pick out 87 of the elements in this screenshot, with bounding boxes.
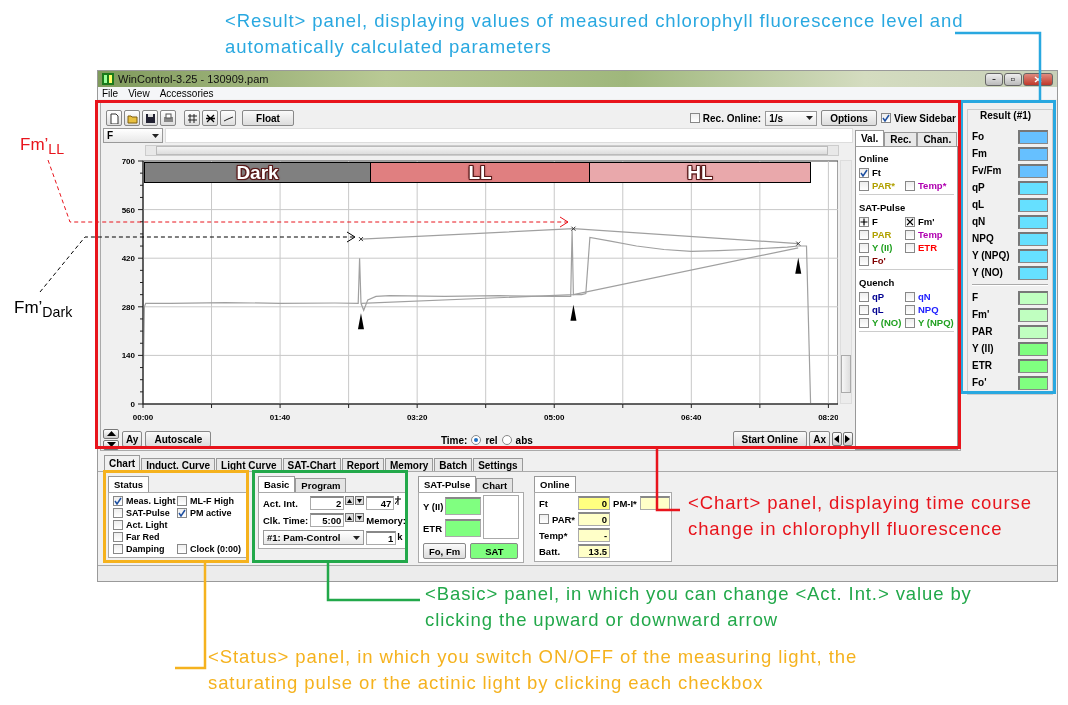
checkbox-label: qN: [918, 291, 931, 303]
checkbox-label: Temp*: [918, 180, 947, 192]
axis-label: 03:20: [406, 413, 428, 423]
result-label: Y (NO): [972, 267, 1003, 279]
axis-label: 700: [121, 157, 135, 167]
checkbox-label: Act. Light: [126, 520, 168, 531]
result-label: F: [972, 292, 979, 304]
checkbox-label: Damping: [126, 544, 165, 555]
result-label: Y (NPQ): [972, 250, 1010, 262]
checkbox-label: qP: [872, 291, 885, 303]
checkbox-label: ML-F High: [190, 496, 234, 507]
result-label: Fm: [972, 148, 987, 160]
field-label: PAR*: [552, 513, 576, 525]
result-label: Y (II): [972, 343, 994, 355]
group-title: Quench: [859, 277, 896, 289]
result-label: Fo': [972, 377, 987, 389]
checkbox-label: Y (NPQ): [918, 317, 954, 329]
result-label: NPQ: [972, 233, 994, 245]
axis-label: 280: [121, 303, 135, 313]
field-label: Y (II): [423, 500, 444, 512]
axis-label: 420: [121, 254, 135, 264]
checkbox-label: Meas. Light: [126, 496, 176, 507]
axis-label: 140: [121, 351, 135, 361]
value-field: 0: [578, 496, 611, 511]
radio-label: abs: [515, 434, 533, 446]
callout-label: Fm’$_{LL}$: [20, 135, 65, 158]
checkbox-label: Fo': [872, 255, 886, 267]
axis-label: 01:40: [269, 413, 291, 423]
phase-band: Dark: [144, 162, 371, 184]
field-label: Act. Int.: [263, 497, 299, 509]
field-label: Temp*: [539, 529, 568, 541]
result-label: PAR: [972, 326, 993, 338]
field-label: Batt.: [539, 545, 561, 557]
checkbox-label: Temp: [918, 229, 943, 241]
result-label: qL: [972, 199, 985, 211]
value-field: 0: [578, 512, 611, 527]
field-label: Clk. Time:: [263, 514, 309, 526]
callout-label: Fm’$_{Dark}$: [14, 298, 73, 321]
field-label: ETR: [423, 522, 443, 534]
axis-label: 0: [130, 400, 135, 410]
axis-label: 560: [121, 205, 135, 215]
callout-text: <Result> panel, displaying values of measured chlorophyll fluorescence level and automatically calculated parameters: [225, 9, 965, 59]
field-label: Memory:: [366, 514, 406, 526]
window-title: WinControl-3.25 - 130909.pam: [118, 73, 269, 86]
time-label: Time:: [440, 434, 468, 446]
panel-title: Result (#1): [978, 110, 1034, 122]
field-label: Ft: [539, 497, 548, 509]
checkbox-label: PAR*: [872, 180, 896, 192]
result-label: Fm': [972, 309, 990, 321]
checkbox-label: PM active: [190, 508, 232, 519]
axis-label: 05:00: [544, 413, 565, 423]
axis-label: 06:40: [681, 413, 702, 423]
memory-field: 1: [366, 530, 397, 545]
checkbox-label: PAR: [872, 229, 892, 241]
unit-label: k: [397, 530, 403, 544]
field-label: PM-I*: [613, 497, 637, 509]
callout-text: <Basic> panel, in which you can change <Act. Int.> value by clicking the upward or downward arrow: [425, 582, 973, 632]
checkbox-label: Fm': [918, 216, 935, 228]
checkbox-label: ETR: [918, 242, 937, 254]
checkbox-label: Y (NO): [872, 317, 902, 329]
group-title: Online: [859, 153, 890, 165]
phase-band: LL: [370, 162, 590, 184]
group-title: SAT-Pulse: [859, 202, 907, 214]
checkbox-label: Y (II): [872, 242, 893, 254]
reading-field: 47: [366, 496, 395, 511]
callout-text: <Status> panel, in which you switch ON/OFF of the measuring light, the saturating pulse or the actinic light by clicking each checkbox: [208, 645, 859, 695]
result-label: qP: [972, 182, 985, 194]
value-field: 13.5: [578, 544, 611, 559]
value-field: -: [578, 528, 611, 543]
checkbox-label: SAT-Pulse: [126, 508, 170, 519]
callout-text: <Chart> panel, displaying time course change in chlorophyll fluorescence: [688, 491, 1033, 541]
result-label: ETR: [972, 360, 992, 372]
checkbox-label: qL: [872, 304, 884, 316]
checkbox-label: Far Red: [126, 532, 160, 543]
checkbox-label: Clock (0:00): [190, 544, 242, 555]
axis-label: 00:00: [132, 413, 154, 423]
checkbox-label: Rec. Online:: [702, 112, 762, 124]
radio-label: rel: [485, 434, 498, 446]
result-label: Fo: [972, 131, 985, 143]
result-label: Fv/Fm: [972, 165, 1002, 177]
result-label: qN: [972, 216, 986, 228]
axis-label: 08:20: [818, 413, 838, 423]
phase-band: HL: [589, 162, 811, 184]
checkbox-label: Ft: [872, 167, 881, 179]
checkbox-label: NPQ: [918, 304, 939, 316]
checkbox-label: View Sidebar: [893, 112, 956, 124]
checkbox-label: F: [872, 216, 878, 228]
